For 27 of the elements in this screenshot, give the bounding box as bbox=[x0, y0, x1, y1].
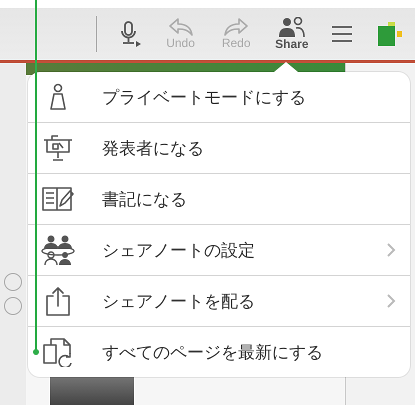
menu-item-label: 書記になる bbox=[101, 188, 188, 210]
redo-icon bbox=[223, 18, 250, 36]
menu-item[interactable]: シェアノートの設定 bbox=[28, 225, 410, 276]
group-icon bbox=[40, 235, 76, 265]
menu-item-label: シェアノートを配る bbox=[101, 290, 256, 312]
presentation-board-icon bbox=[42, 134, 74, 162]
microphone-icon bbox=[120, 21, 142, 47]
menu-item[interactable]: すべてのページを最新にする bbox=[28, 327, 410, 377]
people-icon bbox=[278, 17, 306, 37]
menu-item-label: 発表者になる bbox=[101, 138, 205, 160]
menu-item[interactable]: 書記になる bbox=[28, 174, 410, 225]
person-icon bbox=[49, 83, 67, 111]
menu-item-label: プライベートモードにする bbox=[101, 86, 307, 108]
menu-item[interactable]: シェアノートを配る bbox=[28, 276, 410, 327]
share-button[interactable]: Share bbox=[264, 10, 320, 58]
circle-tool-icon bbox=[4, 273, 22, 291]
menu-item-label: シェアノートの設定 bbox=[101, 240, 256, 262]
menu-icon bbox=[331, 26, 354, 42]
pages-refresh-icon bbox=[42, 337, 74, 367]
circle-tool-icon bbox=[4, 297, 22, 315]
notebook-pencil-icon bbox=[41, 185, 75, 213]
menu-item-label: すべてのページを最新にする bbox=[101, 342, 324, 364]
menu-item[interactable]: プライベートモードにする bbox=[28, 72, 410, 123]
undo-icon bbox=[168, 18, 194, 36]
share-out-icon bbox=[45, 286, 71, 316]
app-logo-icon bbox=[377, 21, 404, 47]
menu-item[interactable]: 発表者になる bbox=[28, 123, 410, 174]
